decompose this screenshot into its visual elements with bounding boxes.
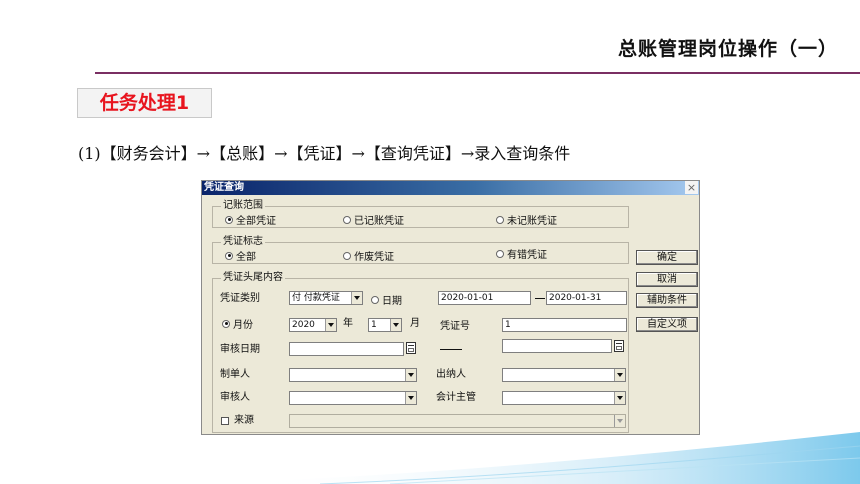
radio-icon [496, 249, 504, 258]
instruction-text: (1)【财务会计】→【总账】→【凭证】→【查询凭证】→录入查询条件 [78, 144, 571, 163]
audit-date-label: 审核日期 [220, 344, 260, 355]
month-radio-label: 月份 [233, 320, 253, 331]
date-radio-label: 日期 [382, 296, 402, 307]
radio-icon [343, 251, 351, 260]
cashier-select[interactable] [502, 368, 626, 382]
range-posted-label: 已记账凭证 [354, 216, 404, 227]
dropdown-arrow-icon[interactable] [351, 292, 362, 304]
range-all-label: 全部凭证 [236, 216, 276, 227]
radio-icon [496, 215, 504, 224]
voucher-flag-legend: 凭证标志 [221, 236, 265, 248]
voucher-no-value: 1 [505, 320, 511, 330]
supervisor-select[interactable] [502, 391, 626, 405]
calendar-icon[interactable] [406, 342, 416, 354]
date-to-input[interactable]: 2020-01-31 [546, 291, 627, 305]
flag-void-radio[interactable]: 作废凭证 [343, 248, 394, 263]
source-label: 来源 [234, 415, 254, 426]
maker-select[interactable] [289, 368, 417, 382]
calendar-icon[interactable] [614, 340, 624, 352]
auditor-label: 审核人 [220, 392, 250, 403]
flag-void-label: 作废凭证 [354, 252, 394, 263]
date-from-value: 2020-01-01 [441, 293, 494, 303]
dropdown-arrow-icon[interactable] [325, 319, 336, 331]
slide-title: 总账管理岗位操作（一） [617, 38, 838, 60]
voucher-type-select[interactable]: 付 付款凭证 [289, 291, 363, 305]
dialog-titlebar: 凭证查询 [202, 181, 699, 195]
year-value: 2020 [292, 320, 315, 330]
flag-error-label: 有错凭证 [507, 250, 547, 261]
range-unposted-label: 未记账凭证 [507, 216, 557, 227]
flag-all-radio[interactable]: 全部 [225, 248, 256, 263]
radio-icon [371, 295, 379, 304]
voucher-no-label: 凭证号 [440, 321, 470, 332]
maker-label: 制单人 [220, 369, 250, 380]
year-unit-label: 年 [343, 318, 353, 329]
voucher-flag-group: 凭证标志 全部 作废凭证 有错凭证 [212, 236, 629, 264]
voucher-type-label: 凭证类别 [220, 293, 260, 304]
range-all-radio[interactable]: 全部凭证 [225, 212, 276, 227]
radio-selected-icon [225, 215, 233, 224]
header-content-legend: 凭证头尾内容 [221, 272, 285, 284]
year-select[interactable]: 2020 [289, 318, 337, 332]
month-radio[interactable]: 月份 [222, 316, 253, 331]
posting-range-group: 记账范围 全部凭证 已记账凭证 未记账凭证 [212, 200, 629, 228]
cancel-button[interactable]: 取消 [636, 272, 698, 287]
close-icon[interactable]: × [685, 181, 698, 194]
supervisor-label: 会计主管 [436, 392, 476, 403]
posting-range-legend: 记账范围 [221, 200, 265, 212]
dropdown-arrow-icon[interactable] [405, 369, 416, 381]
month-unit-label: 月 [410, 318, 420, 329]
audit-date-to-input[interactable] [502, 339, 612, 353]
range-unposted-radio[interactable]: 未记账凭证 [496, 212, 557, 227]
voucher-type-value: 付 付款凭证 [292, 293, 340, 303]
audit-date-dash [440, 349, 462, 350]
radio-selected-icon [222, 319, 230, 328]
auditor-select[interactable] [289, 391, 417, 405]
task-label-box: 任务处理1 [77, 88, 212, 118]
dropdown-arrow-icon[interactable] [405, 392, 416, 404]
custom-items-button[interactable]: 自定义项 [636, 317, 698, 332]
date-range-dash [535, 298, 545, 299]
range-posted-radio[interactable]: 已记账凭证 [343, 212, 404, 227]
cashier-label: 出纳人 [436, 369, 466, 380]
ok-button[interactable]: 确定 [636, 250, 698, 265]
aux-conditions-button[interactable]: 辅助条件 [636, 293, 698, 308]
flag-all-label: 全部 [236, 252, 256, 263]
date-to-value: 2020-01-31 [549, 293, 602, 303]
source-select[interactable] [289, 414, 626, 428]
month-value: 1 [371, 320, 377, 330]
title-divider [95, 72, 860, 74]
dropdown-arrow-icon[interactable] [614, 392, 625, 404]
task-label: 任务处理1 [99, 92, 190, 114]
date-from-input[interactable]: 2020-01-01 [438, 291, 531, 305]
radio-selected-icon [225, 251, 233, 260]
source-checkbox[interactable] [221, 417, 229, 425]
date-radio[interactable]: 日期 [371, 292, 402, 307]
voucher-query-dialog: 凭证查询 × 记账范围 全部凭证 已记账凭证 未记账凭证 凭证标志 全部 作废凭… [201, 180, 700, 435]
month-select[interactable]: 1 [368, 318, 402, 332]
audit-date-from-input[interactable] [289, 342, 404, 356]
dialog-title: 凭证查询 [204, 182, 244, 193]
radio-icon [343, 215, 351, 224]
flag-error-radio[interactable]: 有错凭证 [496, 246, 547, 261]
dropdown-arrow-icon[interactable] [390, 319, 401, 331]
dropdown-arrow-icon[interactable] [614, 415, 625, 427]
dropdown-arrow-icon[interactable] [614, 369, 625, 381]
voucher-no-input[interactable]: 1 [502, 318, 627, 332]
